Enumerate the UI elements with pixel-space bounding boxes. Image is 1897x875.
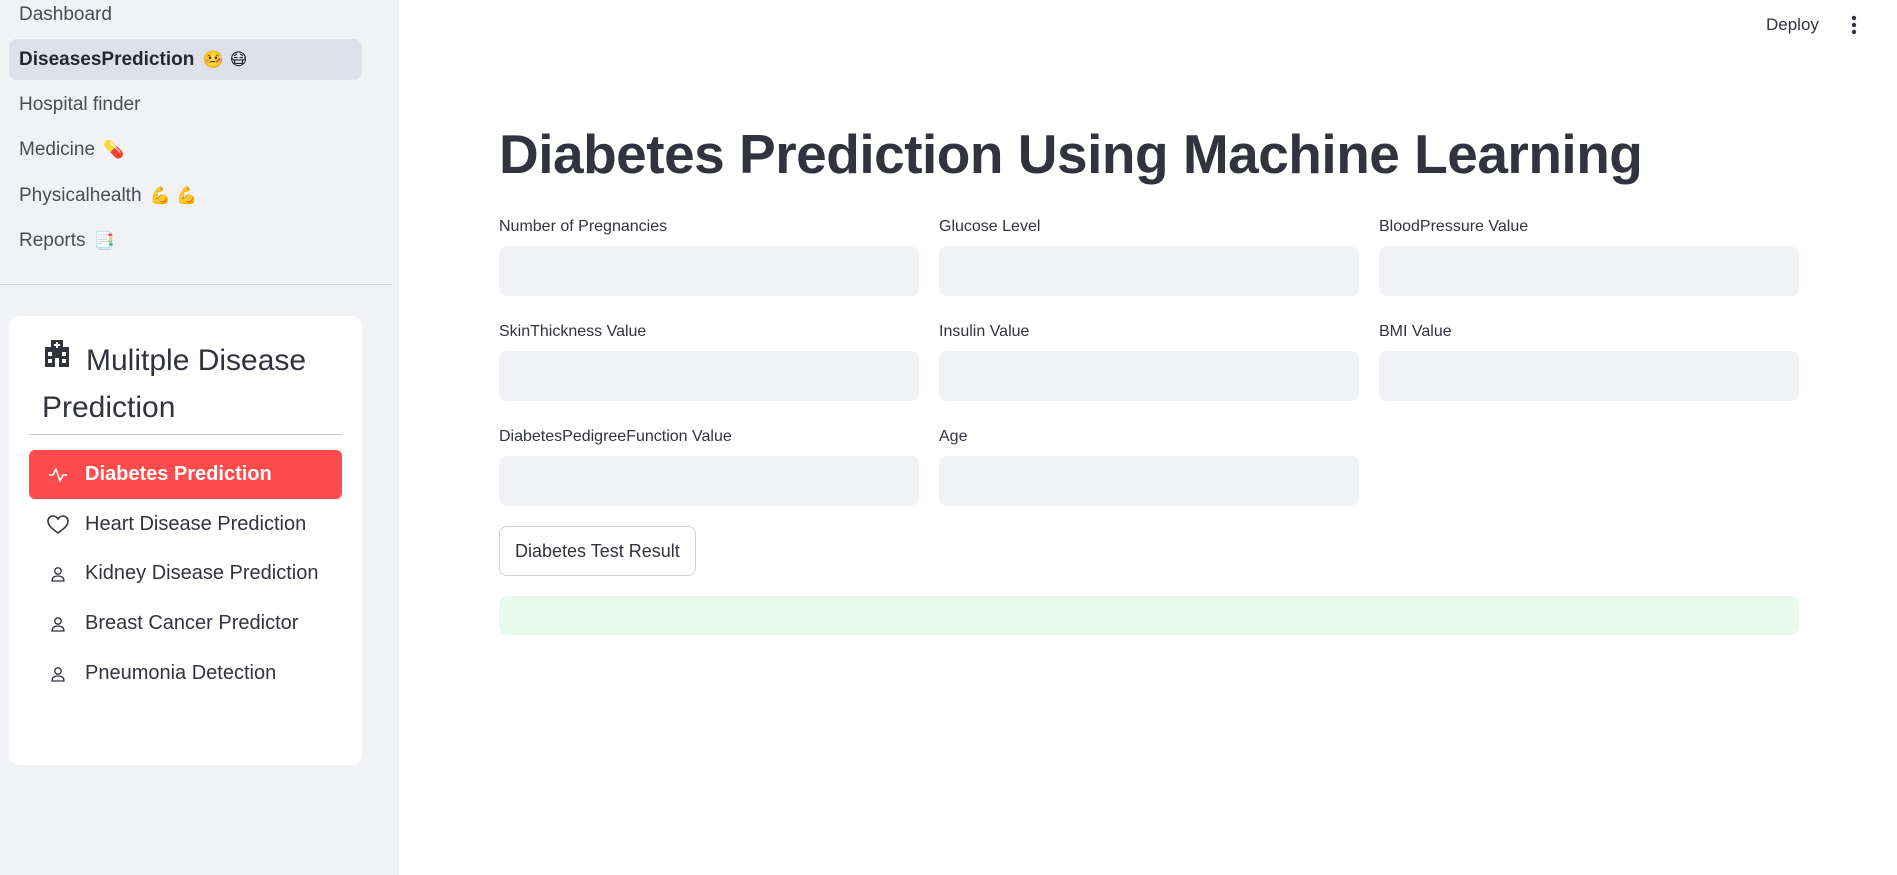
- page-title: Diabetes Prediction Using Machine Learni…: [499, 123, 1643, 185]
- glucose-input[interactable]: [939, 246, 1359, 296]
- menu-item-label: Diabetes Prediction: [85, 463, 272, 485]
- person-icon: [47, 663, 69, 685]
- option-menu-title: Mulitple Disease Prediction: [42, 338, 342, 430]
- nav-link-physicalhealth[interactable]: Physicalhealth 💪 💪: [9, 175, 362, 216]
- menu-item-pneumonia-detection[interactable]: Pneumonia Detection: [29, 649, 342, 698]
- skin-thickness-label: SkinThickness Value: [499, 323, 647, 340]
- deploy-button[interactable]: Deploy: [1766, 10, 1819, 40]
- person-icon: [47, 613, 69, 635]
- kebab-menu-icon[interactable]: [1846, 12, 1862, 38]
- nav-link-medicine[interactable]: Medicine 💊: [9, 129, 362, 170]
- nav-link-label: Hospital finder: [19, 94, 141, 115]
- nav-link-label: Medicine: [19, 139, 96, 160]
- option-menu: Mulitple Disease Prediction Diabetes Pre…: [9, 316, 362, 765]
- nav-link-label: Reports: [19, 230, 86, 251]
- flexed-biceps-emoji-icon: 💪 💪: [149, 186, 198, 206]
- pedigree-function-input[interactable]: [499, 456, 919, 506]
- bmi-input[interactable]: [1379, 351, 1799, 401]
- nav-link-label: Dashboard: [19, 4, 112, 25]
- pregnancies-label: Number of Pregnancies: [499, 218, 668, 235]
- glucose-label: Glucose Level: [939, 218, 1041, 235]
- pregnancies-input[interactable]: [499, 246, 919, 296]
- blood-pressure-input[interactable]: [1379, 246, 1799, 296]
- option-menu-title-text: Mulitple Disease Prediction: [42, 344, 307, 424]
- bookmark-tabs-emoji-icon: 📑: [93, 231, 115, 251]
- person-icon: [47, 563, 69, 585]
- nav-link-hospital-finder[interactable]: Hospital finder: [9, 84, 362, 125]
- nav-link-reports[interactable]: Reports 📑: [9, 220, 362, 261]
- menu-item-kidney-disease-prediction[interactable]: Kidney Disease Prediction: [29, 549, 342, 598]
- main-content: Deploy Diabetes Prediction Using Machine…: [399, 0, 1897, 875]
- bmi-label: BMI Value: [1379, 323, 1452, 340]
- insulin-label: Insulin Value: [939, 323, 1030, 340]
- pedigree-function-label: DiabetesPedigreeFunction Value: [499, 428, 732, 445]
- activity-icon: [47, 464, 69, 486]
- diabetes-test-result-button[interactable]: Diabetes Test Result: [499, 526, 696, 576]
- sick-face-emoji-icon: 🤒 😷: [202, 50, 248, 70]
- option-menu-divider: [29, 434, 342, 435]
- menu-item-diabetes-prediction[interactable]: Diabetes Prediction: [29, 450, 342, 499]
- nav-link-diseases-prediction[interactable]: DiseasesPrediction 🤒 😷: [9, 39, 362, 80]
- nav-link-label: Physicalhealth: [19, 185, 142, 206]
- sidebar-divider: [0, 284, 392, 285]
- sidebar: Dashboard DiseasesPrediction 🤒 😷 Hospita…: [0, 0, 399, 875]
- app-root: Dashboard DiseasesPrediction 🤒 😷 Hospita…: [0, 0, 1897, 875]
- menu-item-label: Breast Cancer Predictor: [85, 612, 299, 634]
- menu-item-label: Heart Disease Prediction: [85, 513, 307, 535]
- pill-emoji-icon: 💊: [103, 140, 125, 160]
- nav-link-dashboard[interactable]: Dashboard: [9, 0, 362, 35]
- blood-pressure-label: BloodPressure Value: [1379, 218, 1529, 235]
- age-label: Age: [939, 428, 968, 445]
- nav-link-label: DiseasesPrediction: [19, 49, 195, 70]
- result-success-box: [499, 596, 1799, 635]
- menu-item-label: Pneumonia Detection: [85, 662, 277, 684]
- menu-item-label: Kidney Disease Prediction: [85, 562, 319, 584]
- insulin-input[interactable]: [939, 351, 1359, 401]
- skin-thickness-input[interactable]: [499, 351, 919, 401]
- heart-icon: [47, 514, 69, 536]
- hospital-icon: [42, 336, 72, 381]
- age-input[interactable]: [939, 456, 1359, 506]
- menu-item-breast-cancer-predictor[interactable]: Breast Cancer Predictor: [29, 599, 342, 648]
- menu-item-heart-disease-prediction[interactable]: Heart Disease Prediction: [29, 500, 342, 549]
